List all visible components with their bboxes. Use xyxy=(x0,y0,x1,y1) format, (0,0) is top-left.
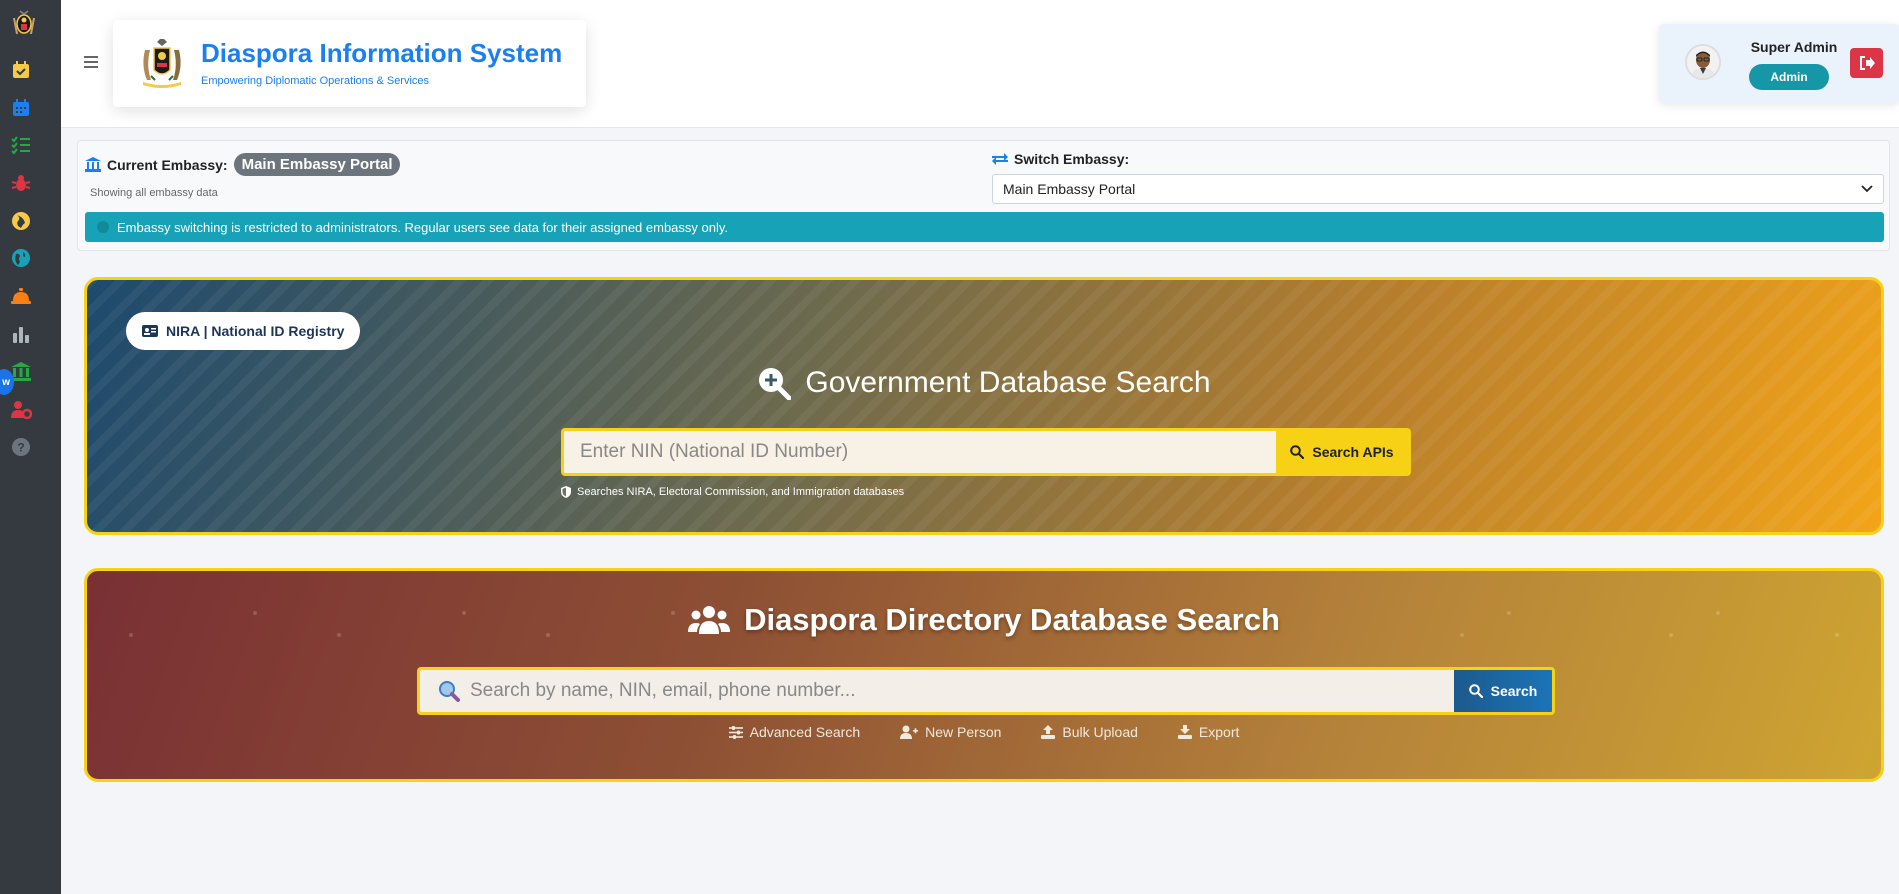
gov-search-title: Government Database Search xyxy=(87,366,1881,400)
nin-search-bar: Search APIs xyxy=(561,428,1411,476)
logout-button[interactable] xyxy=(1850,48,1883,78)
role-badge: Admin xyxy=(1749,64,1829,90)
bug-icon[interactable] xyxy=(10,172,32,194)
exchange-icon xyxy=(992,153,1008,165)
diaspora-search-field[interactable] xyxy=(420,670,1454,712)
embassy-select[interactable]: Main Embassy Portal xyxy=(992,174,1884,204)
svg-text:?: ? xyxy=(17,441,24,455)
globe-icon[interactable] xyxy=(10,247,32,269)
advanced-search-link[interactable]: Advanced Search xyxy=(728,724,861,740)
diaspora-search-button[interactable]: Search xyxy=(1454,670,1552,712)
university-icon xyxy=(85,157,101,172)
collapse-toggle-label: w xyxy=(2,376,10,388)
sliders-icon xyxy=(728,725,743,739)
sidebar: ? w xyxy=(0,0,61,894)
search-icon xyxy=(1468,684,1483,698)
list-check-icon[interactable] xyxy=(10,134,32,156)
chart-bar-icon[interactable] xyxy=(10,323,32,345)
question-circle-icon[interactable]: ? xyxy=(10,436,32,458)
coat-of-arms-icon xyxy=(137,36,187,88)
globe-africa-icon[interactable] xyxy=(10,210,32,232)
new-person-label: New Person xyxy=(925,724,1002,740)
id-card-icon xyxy=(142,325,158,337)
top-header: Diaspora Information System Empowering D… xyxy=(61,0,1899,128)
export-label: Export xyxy=(1198,724,1240,740)
avatar[interactable] xyxy=(1685,44,1721,80)
diaspora-search-title: Diaspora Directory Database Search xyxy=(87,602,1881,638)
search-plus-icon xyxy=(759,368,792,400)
diaspora-search-title-text: Diaspora Directory Database Search xyxy=(744,602,1280,637)
search-apis-label: Search APIs xyxy=(1312,444,1394,460)
users-cog-icon[interactable] xyxy=(10,398,32,420)
gov-search-title-text: Government Database Search xyxy=(805,366,1211,399)
nin-search-input[interactable] xyxy=(564,431,1276,473)
search-apis-button[interactable]: Search APIs xyxy=(1276,431,1408,473)
embassy-select-value: Main Embassy Portal xyxy=(1003,181,1136,197)
coat-of-arms-logo[interactable] xyxy=(10,8,38,38)
users-icon xyxy=(688,606,731,634)
diaspora-search-section: Diaspora Directory Database Search Searc… xyxy=(84,568,1884,782)
current-embassy: Current Embassy: Main Embassy Portal xyxy=(85,153,401,176)
search-icon xyxy=(1290,445,1305,459)
diaspora-search-label: Search xyxy=(1490,683,1538,699)
calendar-icon[interactable] xyxy=(10,97,32,119)
app-subtitle: Empowering Diplomatic Operations & Servi… xyxy=(201,75,430,87)
upload-icon xyxy=(1041,725,1056,739)
menu-toggle-icon[interactable] xyxy=(84,56,98,68)
embassy-scope-text: Showing all embassy data xyxy=(90,187,218,199)
nira-badge-label: NIRA | National ID Registry xyxy=(166,323,345,339)
switch-embassy-label: Switch Embassy: xyxy=(992,151,1129,167)
gov-search-note-text: Searches NIRA, Electoral Commission, and… xyxy=(577,486,905,498)
chevron-down-icon xyxy=(1861,185,1873,193)
current-embassy-badge: Main Embassy Portal xyxy=(233,153,401,176)
gov-search-note: Searches NIRA, Electoral Commission, and… xyxy=(561,486,904,498)
new-person-link[interactable]: New Person xyxy=(900,724,1001,740)
sign-out-icon xyxy=(1859,56,1875,70)
info-icon xyxy=(97,221,109,233)
government-search-section: NIRA | National ID Registry Government D… xyxy=(84,277,1884,535)
shield-icon xyxy=(561,486,571,498)
switch-embassy-text: Switch Embassy: xyxy=(1014,151,1130,167)
nira-badge[interactable]: NIRA | National ID Registry xyxy=(126,312,361,350)
alert-text: Embassy switching is restricted to admin… xyxy=(117,219,729,235)
bulk-upload-label: Bulk Upload xyxy=(1062,724,1138,740)
calendar-check-icon[interactable] xyxy=(10,59,32,81)
user-name: Super Admin xyxy=(1750,39,1838,55)
diaspora-quick-links: Advanced Search New Person Bulk Upload E… xyxy=(87,724,1881,740)
app-title: Diaspora Information System xyxy=(201,38,563,68)
advanced-search-label: Advanced Search xyxy=(749,724,861,740)
current-embassy-label: Current Embassy: xyxy=(107,156,228,173)
concierge-bell-icon[interactable] xyxy=(10,285,32,307)
diaspora-search-input[interactable] xyxy=(470,680,1436,702)
magnifier-icon xyxy=(439,681,460,702)
user-plus-icon xyxy=(900,725,919,739)
download-icon xyxy=(1177,725,1192,739)
brand-card: Diaspora Information System Empowering D… xyxy=(113,20,586,107)
admin-restriction-alert: Embassy switching is restricted to admin… xyxy=(85,212,1884,242)
diaspora-search-bar: Search xyxy=(417,667,1555,715)
export-link[interactable]: Export xyxy=(1177,724,1240,740)
embassy-panel: Current Embassy: Main Embassy Portal Sho… xyxy=(77,140,1890,251)
bulk-upload-link[interactable]: Bulk Upload xyxy=(1041,724,1138,740)
